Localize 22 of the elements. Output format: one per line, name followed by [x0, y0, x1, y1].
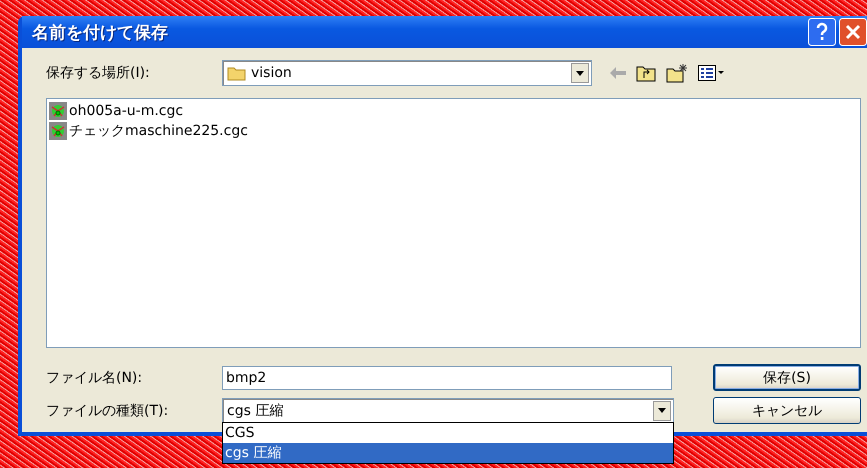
file-name-field[interactable]: bmp2	[222, 366, 672, 390]
up-folder-icon[interactable]	[636, 64, 656, 82]
location-dropdown[interactable]: vision	[222, 60, 592, 86]
help-icon[interactable]	[808, 18, 836, 46]
dropdown-arrow-icon	[576, 70, 584, 76]
view-menu-icon[interactable]	[698, 65, 724, 81]
file-name[interactable]: チェックmaschine225.cgc	[69, 122, 248, 140]
file-name[interactable]: oh005a-u-m.cgc	[69, 103, 184, 119]
dropdown-option[interactable]: cgs 圧縮	[223, 443, 673, 463]
cancel-button[interactable]: キャンセル	[713, 397, 861, 424]
file-type-dropdown[interactable]: cgs 圧縮	[222, 398, 674, 424]
file-icon	[49, 122, 67, 140]
file-icon	[49, 102, 67, 120]
close-icon[interactable]	[839, 18, 867, 46]
location-label: 保存する場所(I):	[46, 64, 151, 82]
window-title: 名前を付けて保存	[32, 22, 168, 44]
dropdown-arrow-icon	[658, 408, 666, 413]
folder-icon	[227, 65, 247, 81]
save-button[interactable]: 保存(S)	[713, 364, 861, 391]
file-type-label: ファイルの種類(T):	[46, 402, 170, 420]
new-folder-icon[interactable]	[666, 63, 688, 83]
file-name-label: ファイル名(N):	[46, 368, 144, 386]
